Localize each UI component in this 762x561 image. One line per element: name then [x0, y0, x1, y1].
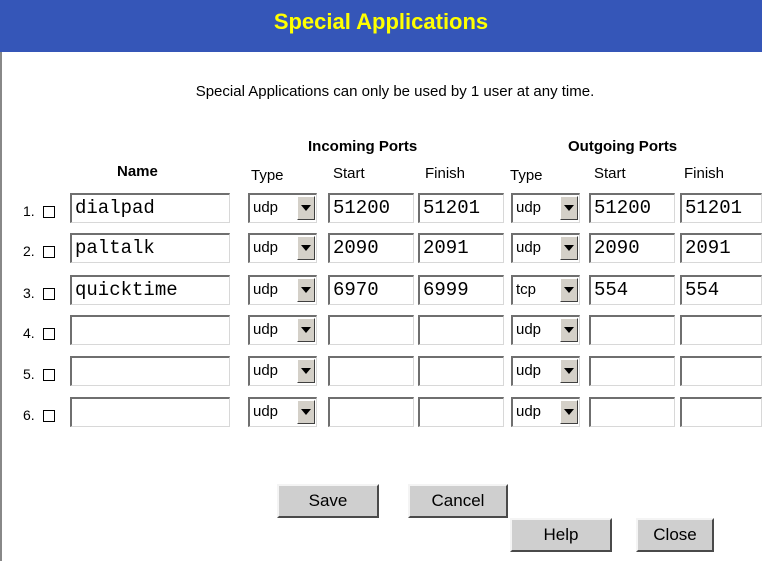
- name-field-4[interactable]: [70, 315, 230, 345]
- row-number-1: 1.: [23, 203, 35, 219]
- incoming-start-field-2[interactable]: 2090: [328, 233, 414, 263]
- incoming-start-field-4[interactable]: [328, 315, 414, 345]
- select-value: udp: [516, 321, 542, 338]
- enable-checkbox-4[interactable]: [43, 328, 55, 340]
- page-title: Special Applications: [0, 0, 762, 52]
- incoming-start-field-6[interactable]: [328, 397, 414, 427]
- select-value: udp: [253, 321, 279, 338]
- outgoing-start-field-5[interactable]: [589, 356, 675, 386]
- incoming-ports-heading: Incoming Ports: [308, 138, 418, 155]
- col-out-start-header: Start: [594, 165, 626, 182]
- incoming-type-select-2[interactable]: udp: [248, 233, 317, 263]
- outgoing-type-select-6[interactable]: udp: [511, 397, 580, 427]
- close-button[interactable]: Close: [636, 518, 714, 552]
- col-in-type-header: Type: [251, 167, 284, 184]
- chevron-down-icon[interactable]: [560, 236, 578, 260]
- select-value: udp: [253, 281, 279, 298]
- incoming-finish-field-3[interactable]: 6999: [418, 275, 504, 305]
- incoming-start-field-5[interactable]: [328, 356, 414, 386]
- enable-checkbox-5[interactable]: [43, 369, 55, 381]
- col-out-type-header: Type: [510, 167, 543, 184]
- incoming-finish-field-5[interactable]: [418, 356, 504, 386]
- chevron-down-icon[interactable]: [297, 400, 315, 424]
- row-number-2: 2.: [23, 243, 35, 259]
- save-button[interactable]: Save: [277, 484, 379, 518]
- select-value: udp: [516, 362, 542, 379]
- name-field-2[interactable]: paltalk: [70, 233, 230, 263]
- incoming-finish-field-4[interactable]: [418, 315, 504, 345]
- intro-text: Special Applications can only be used by…: [195, 83, 595, 100]
- row-number-6: 6.: [23, 407, 35, 423]
- name-field-5[interactable]: [70, 356, 230, 386]
- enable-checkbox-2[interactable]: [43, 246, 55, 258]
- select-value: udp: [516, 239, 542, 256]
- incoming-type-select-6[interactable]: udp: [248, 397, 317, 427]
- incoming-type-select-4[interactable]: udp: [248, 315, 317, 345]
- chevron-down-icon[interactable]: [560, 400, 578, 424]
- left-divider: [0, 52, 2, 561]
- name-field-3[interactable]: quicktime: [70, 275, 230, 305]
- incoming-start-field-1[interactable]: 51200: [328, 193, 414, 223]
- incoming-start-field-3[interactable]: 6970: [328, 275, 414, 305]
- outgoing-type-select-5[interactable]: udp: [511, 356, 580, 386]
- incoming-finish-field-1[interactable]: 51201: [418, 193, 504, 223]
- row-number-4: 4.: [23, 325, 35, 341]
- enable-checkbox-3[interactable]: [43, 288, 55, 300]
- select-value: tcp: [516, 281, 537, 298]
- incoming-type-select-5[interactable]: udp: [248, 356, 317, 386]
- enable-checkbox-6[interactable]: [43, 410, 55, 422]
- col-in-start-header: Start: [333, 165, 365, 182]
- outgoing-start-field-6[interactable]: [589, 397, 675, 427]
- outgoing-finish-field-6[interactable]: [680, 397, 762, 427]
- outgoing-type-select-1[interactable]: udp: [511, 193, 580, 223]
- outgoing-start-field-2[interactable]: 2090: [589, 233, 675, 263]
- outgoing-ports-heading: Outgoing Ports: [568, 138, 678, 155]
- incoming-type-select-1[interactable]: udp: [248, 193, 317, 223]
- name-field-1[interactable]: dialpad: [70, 193, 230, 223]
- outgoing-finish-field-1[interactable]: 51201: [680, 193, 762, 223]
- incoming-finish-field-2[interactable]: 2091: [418, 233, 504, 263]
- name-field-6[interactable]: [70, 397, 230, 427]
- outgoing-start-field-4[interactable]: [589, 315, 675, 345]
- outgoing-finish-field-3[interactable]: 554: [680, 275, 762, 305]
- col-in-finish-header: Finish: [425, 165, 466, 182]
- help-button[interactable]: Help: [510, 518, 612, 552]
- chevron-down-icon[interactable]: [560, 196, 578, 220]
- outgoing-type-select-4[interactable]: udp: [511, 315, 580, 345]
- chevron-down-icon[interactable]: [297, 318, 315, 342]
- select-value: udp: [253, 239, 279, 256]
- enable-checkbox-1[interactable]: [43, 206, 55, 218]
- chevron-down-icon[interactable]: [560, 318, 578, 342]
- chevron-down-icon[interactable]: [297, 236, 315, 260]
- select-value: udp: [516, 199, 542, 216]
- outgoing-start-field-3[interactable]: 554: [589, 275, 675, 305]
- row-number-5: 5.: [23, 366, 35, 382]
- cancel-button[interactable]: Cancel: [408, 484, 508, 518]
- outgoing-type-select-2[interactable]: udp: [511, 233, 580, 263]
- outgoing-type-select-3[interactable]: tcp: [511, 275, 580, 305]
- chevron-down-icon[interactable]: [297, 278, 315, 302]
- incoming-type-select-3[interactable]: udp: [248, 275, 317, 305]
- select-value: udp: [253, 199, 279, 216]
- select-value: udp: [253, 362, 279, 379]
- chevron-down-icon[interactable]: [297, 359, 315, 383]
- chevron-down-icon[interactable]: [560, 359, 578, 383]
- chevron-down-icon[interactable]: [297, 196, 315, 220]
- select-value: udp: [516, 403, 542, 420]
- incoming-finish-field-6[interactable]: [418, 397, 504, 427]
- select-value: udp: [253, 403, 279, 420]
- col-out-finish-header: Finish: [684, 165, 725, 182]
- chevron-down-icon[interactable]: [560, 278, 578, 302]
- outgoing-finish-field-2[interactable]: 2091: [680, 233, 762, 263]
- row-number-3: 3.: [23, 285, 35, 301]
- col-name-header: Name: [117, 163, 158, 180]
- outgoing-finish-field-5[interactable]: [680, 356, 762, 386]
- outgoing-start-field-1[interactable]: 51200: [589, 193, 675, 223]
- outgoing-finish-field-4[interactable]: [680, 315, 762, 345]
